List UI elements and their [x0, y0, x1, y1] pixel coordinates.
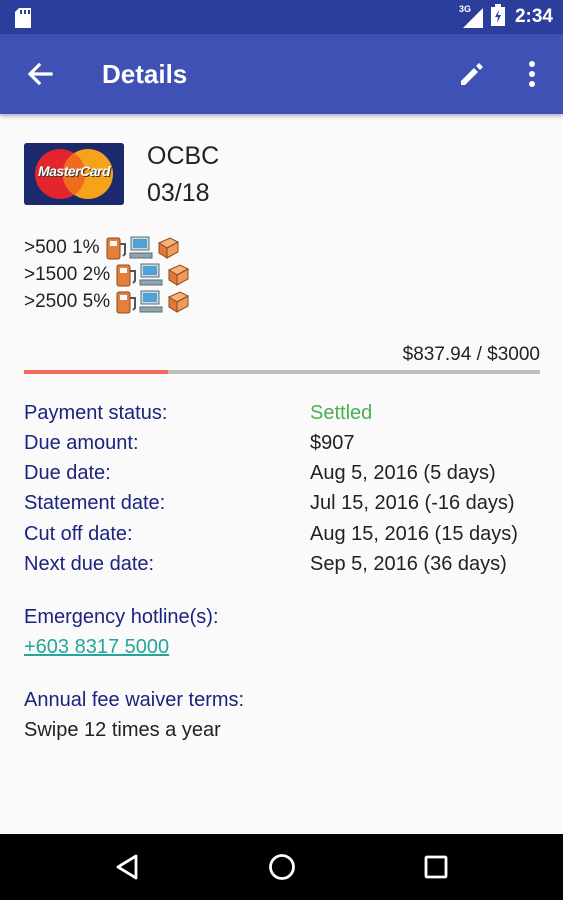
detail-label: Cut off date: [24, 523, 133, 545]
emergency-hotline-label: Emergency hotline(s): [24, 606, 219, 628]
arrow-back-icon [27, 62, 53, 86]
computer-icon [139, 290, 163, 313]
fuel-pump-icon [116, 291, 137, 314]
status-bar: 3G 2:34 [0, 0, 563, 34]
fee-waiver-label: Annual fee waiver terms: [24, 689, 245, 711]
reward-tier-label: >2500 5% [24, 291, 111, 312]
detail-row-due-amount: Due amount: $907 [24, 432, 544, 462]
cell-signal-icon: 3G [458, 4, 485, 28]
book-icon [168, 264, 190, 286]
detail-value: $907 [310, 432, 355, 454]
details-content: MasterCard OCBC 03/18 >500 1% >1500 2% >… [0, 114, 563, 834]
page-title: Details [102, 59, 188, 89]
status-value: Settled [310, 402, 373, 424]
detail-label: Payment status: [24, 402, 168, 424]
bank-name: OCBC [147, 142, 220, 170]
detail-value: Aug 15, 2016 (15 days) [310, 523, 518, 545]
hotline-phone-link[interactable]: +603 8317 5000 [24, 636, 169, 659]
card-brand-text: MasterCard [37, 163, 111, 179]
battery-icon [490, 3, 505, 31]
overflow-menu-button[interactable] [512, 54, 552, 94]
clock: 2:34 [514, 6, 553, 27]
card-expiry: 03/18 [147, 179, 210, 207]
more-vert-icon [529, 61, 535, 87]
system-nav-bar [0, 834, 563, 900]
fuel-pump-icon [106, 237, 126, 260]
detail-label: Statement date: [24, 492, 166, 514]
reward-tier-label: >1500 2% [24, 264, 111, 285]
computer-icon [139, 263, 163, 286]
detail-value: Aug 5, 2016 (5 days) [310, 462, 496, 484]
spending-progress-fill [24, 370, 168, 374]
detail-row-due-date: Due date: Aug 5, 2016 (5 days) [24, 462, 544, 492]
nav-home-button[interactable] [262, 847, 302, 887]
detail-label: Next due date: [24, 553, 155, 575]
book-icon [168, 291, 190, 313]
pencil-icon [461, 63, 483, 85]
square-recents-icon [424, 855, 448, 879]
fuel-pump-icon [116, 264, 137, 287]
network-type: 3G [458, 4, 471, 14]
nav-recents-button[interactable] [416, 847, 456, 887]
reward-tier-label: >500 1% [24, 237, 100, 258]
sd-card-icon [15, 8, 33, 28]
back-button[interactable] [20, 54, 60, 94]
detail-row-statement-date: Statement date: Jul 15, 2016 (-16 days) [24, 492, 544, 522]
mastercard-logo: MasterCard [24, 143, 124, 205]
reward-tier: >500 1% [24, 236, 180, 260]
spending-progress-bar [24, 370, 540, 374]
detail-label: Due amount: [24, 432, 139, 454]
detail-value: Sep 5, 2016 (36 days) [310, 553, 507, 575]
reward-tier: >2500 5% [24, 290, 190, 314]
detail-value: Jul 15, 2016 (-16 days) [310, 492, 515, 514]
fee-waiver-terms: Swipe 12 times a year [24, 719, 221, 741]
detail-row-payment-status: Payment status: Settled [24, 402, 544, 432]
nav-back-button[interactable] [107, 847, 147, 887]
spending-amount: $837.94 / $3000 [402, 344, 540, 365]
reward-tier: >1500 2% [24, 263, 190, 287]
app-bar: Details [0, 34, 563, 114]
computer-icon [129, 236, 153, 259]
circle-home-icon [269, 854, 295, 880]
detail-label: Due date: [24, 462, 111, 484]
edit-button[interactable] [452, 54, 492, 94]
detail-row-next-due-date: Next due date: Sep 5, 2016 (36 days) [24, 553, 544, 583]
triangle-back-icon [116, 854, 138, 880]
book-icon [157, 237, 179, 259]
detail-row-cut-off-date: Cut off date: Aug 15, 2016 (15 days) [24, 523, 544, 553]
